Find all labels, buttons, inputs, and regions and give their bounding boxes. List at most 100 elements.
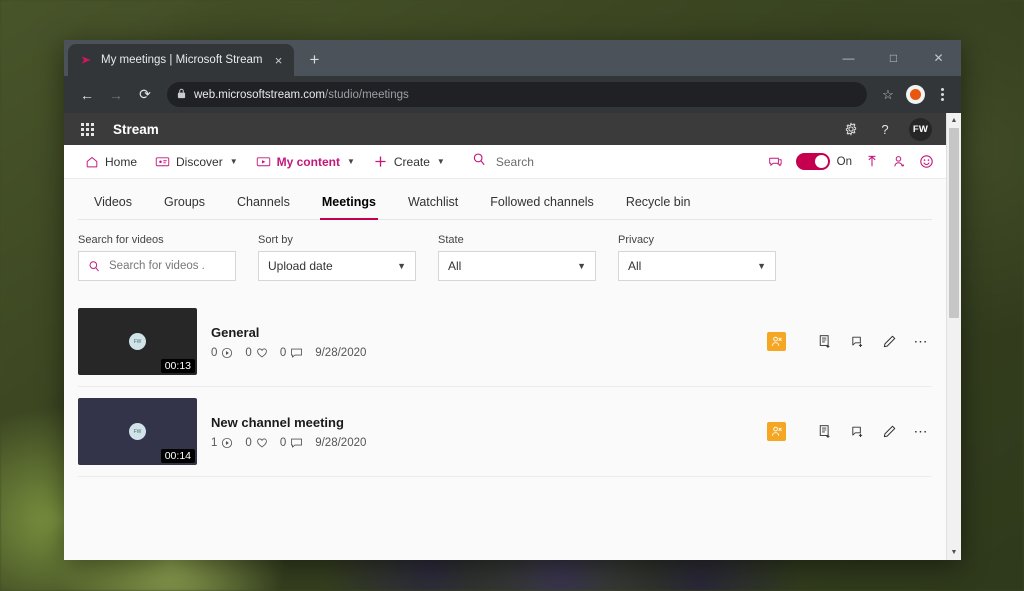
heart-icon	[256, 347, 268, 359]
tab-channels[interactable]: Channels	[221, 195, 306, 219]
nav-item-my-content[interactable]: My content ▼	[247, 145, 364, 178]
scrollbar-thumb[interactable]	[949, 128, 959, 318]
content-area: Videos Groups Channels Meetings Watchlis…	[64, 179, 946, 560]
new-stream-toggle[interactable]: On	[795, 153, 852, 170]
privacy-select[interactable]: All ▼	[618, 251, 776, 281]
my-content-icon	[256, 155, 271, 169]
video-duration: 00:14	[160, 449, 195, 463]
sort-by-select[interactable]: Upload date ▼	[258, 251, 416, 281]
search-icon	[472, 152, 487, 172]
tab-videos[interactable]: Videos	[78, 195, 148, 219]
header-actions: ? FW	[841, 117, 936, 141]
person-add-icon[interactable]	[892, 154, 906, 169]
browser-viewport: Stream ? FW Home Discover ▼ My content ▼…	[64, 113, 961, 560]
tab-watchlist[interactable]: Watchlist	[392, 195, 474, 219]
tab-groups[interactable]: Groups	[148, 195, 221, 219]
view-count-value: 1	[211, 436, 218, 449]
restricted-icon[interactable]	[767, 422, 786, 441]
view-count-value: 0	[211, 346, 218, 359]
scroll-up-icon[interactable]: ▲	[947, 113, 961, 128]
stream-logo-icon	[79, 53, 93, 67]
play-icon	[221, 437, 233, 449]
tab-followed-channels[interactable]: Followed channels	[474, 195, 610, 219]
video-info: General 0 0 0 9/28/2020	[211, 325, 753, 359]
video-title[interactable]: New channel meeting	[211, 415, 753, 430]
browser-menu-icon[interactable]	[931, 83, 953, 107]
help-icon[interactable]: ?	[875, 119, 895, 139]
filter-sort-by: Sort by Upload date ▼	[258, 234, 416, 281]
row-actions: ⋯	[767, 421, 932, 443]
feedback-icon[interactable]	[768, 155, 783, 169]
video-thumbnail[interactable]: FW 00:13	[78, 308, 197, 375]
add-to-channel-icon[interactable]	[846, 331, 868, 353]
bookmark-star-icon[interactable]: ☆	[876, 83, 900, 107]
search-icon	[88, 260, 101, 273]
url-path: /studio/meetings	[325, 88, 409, 101]
more-options-icon[interactable]: ⋯	[910, 421, 932, 443]
forward-icon[interactable]: →	[103, 82, 129, 108]
video-thumbnail[interactable]: FW 00:14	[78, 398, 197, 465]
back-icon[interactable]: ←	[74, 82, 100, 108]
nav-item-create[interactable]: Create ▼	[364, 145, 454, 178]
nav-item-discover[interactable]: Discover ▼	[146, 145, 247, 178]
restricted-icon[interactable]	[767, 332, 786, 351]
maximize-icon[interactable]: □	[871, 40, 916, 76]
add-to-group-icon[interactable]	[814, 421, 836, 443]
upload-icon[interactable]	[865, 154, 879, 169]
view-count: 0	[211, 347, 233, 359]
address-bar[interactable]: web.microsoftstream.com/studio/meetings	[167, 82, 867, 107]
chevron-down-icon: ▼	[577, 261, 586, 271]
more-options-icon[interactable]: ⋯	[910, 331, 932, 353]
toggle-label: On	[836, 155, 852, 168]
sort-by-value: Upload date	[268, 259, 333, 273]
comment-count-value: 0	[279, 436, 287, 449]
video-title[interactable]: General	[211, 325, 753, 340]
state-select[interactable]: All ▼	[438, 251, 596, 281]
tab-recycle-bin[interactable]: Recycle bin	[610, 195, 707, 219]
window-close-icon[interactable]: ✕	[916, 40, 961, 76]
lock-icon	[177, 88, 186, 102]
nav-item-my-content-label: My content	[276, 154, 340, 169]
nav-item-home[interactable]: Home	[76, 145, 146, 178]
browser-profile-avatar[interactable]	[906, 85, 925, 104]
like-count: 0	[245, 347, 267, 359]
browser-tab[interactable]: My meetings | Microsoft Stream ×	[68, 44, 295, 76]
reload-icon[interactable]: ⟳	[132, 82, 158, 108]
nav-item-discover-label: Discover	[176, 154, 223, 169]
row-actions: ⋯	[767, 331, 932, 353]
close-icon[interactable]: ×	[270, 52, 286, 68]
add-to-channel-icon[interactable]	[846, 421, 868, 443]
privacy-label: Privacy	[618, 234, 655, 246]
table-row[interactable]: FW 00:13 General 0 0 0 9/28/2020 ⋯	[78, 297, 932, 387]
table-row[interactable]: FW 00:14 New channel meeting 1 0 0 9/28/…	[78, 387, 932, 477]
scrollbar-track[interactable]	[947, 128, 961, 545]
nav-search[interactable]: Search	[472, 152, 534, 172]
scroll-down-icon[interactable]: ▼	[947, 545, 961, 560]
content-tabs: Videos Groups Channels Meetings Watchlis…	[78, 179, 932, 220]
nav-item-home-label: Home	[105, 154, 138, 169]
window-controls: — □ ✕	[826, 40, 961, 76]
search-input[interactable]: Search for videos .	[78, 251, 236, 281]
tab-meetings[interactable]: Meetings	[306, 195, 392, 220]
new-tab-button[interactable]: +	[300, 46, 328, 74]
product-name: Stream	[113, 121, 159, 137]
like-count-value: 0	[245, 346, 252, 359]
view-count: 1	[211, 437, 233, 449]
add-to-group-icon[interactable]	[814, 331, 836, 353]
gear-icon[interactable]	[841, 119, 861, 139]
smiley-feedback-icon[interactable]	[919, 154, 934, 169]
minimize-icon[interactable]: —	[826, 40, 871, 76]
discover-icon	[155, 155, 170, 169]
stream-nav-bar: Home Discover ▼ My content ▼ Create ▼ Se…	[64, 145, 946, 179]
video-meta: 0 0 0 9/28/2020	[211, 347, 753, 359]
edit-pencil-icon[interactable]	[878, 331, 900, 353]
search-placeholder: Search for videos .	[109, 260, 205, 272]
comment-icon	[290, 347, 303, 359]
chevron-down-icon: ▼	[229, 157, 238, 166]
nav-right-actions: On	[768, 153, 936, 170]
user-avatar[interactable]: FW	[909, 117, 932, 141]
page-scrollbar[interactable]: ▲ ▼	[946, 113, 961, 560]
edit-pencil-icon[interactable]	[878, 421, 900, 443]
toggle-switch[interactable]	[795, 153, 830, 170]
app-launcher-icon[interactable]	[76, 118, 98, 140]
